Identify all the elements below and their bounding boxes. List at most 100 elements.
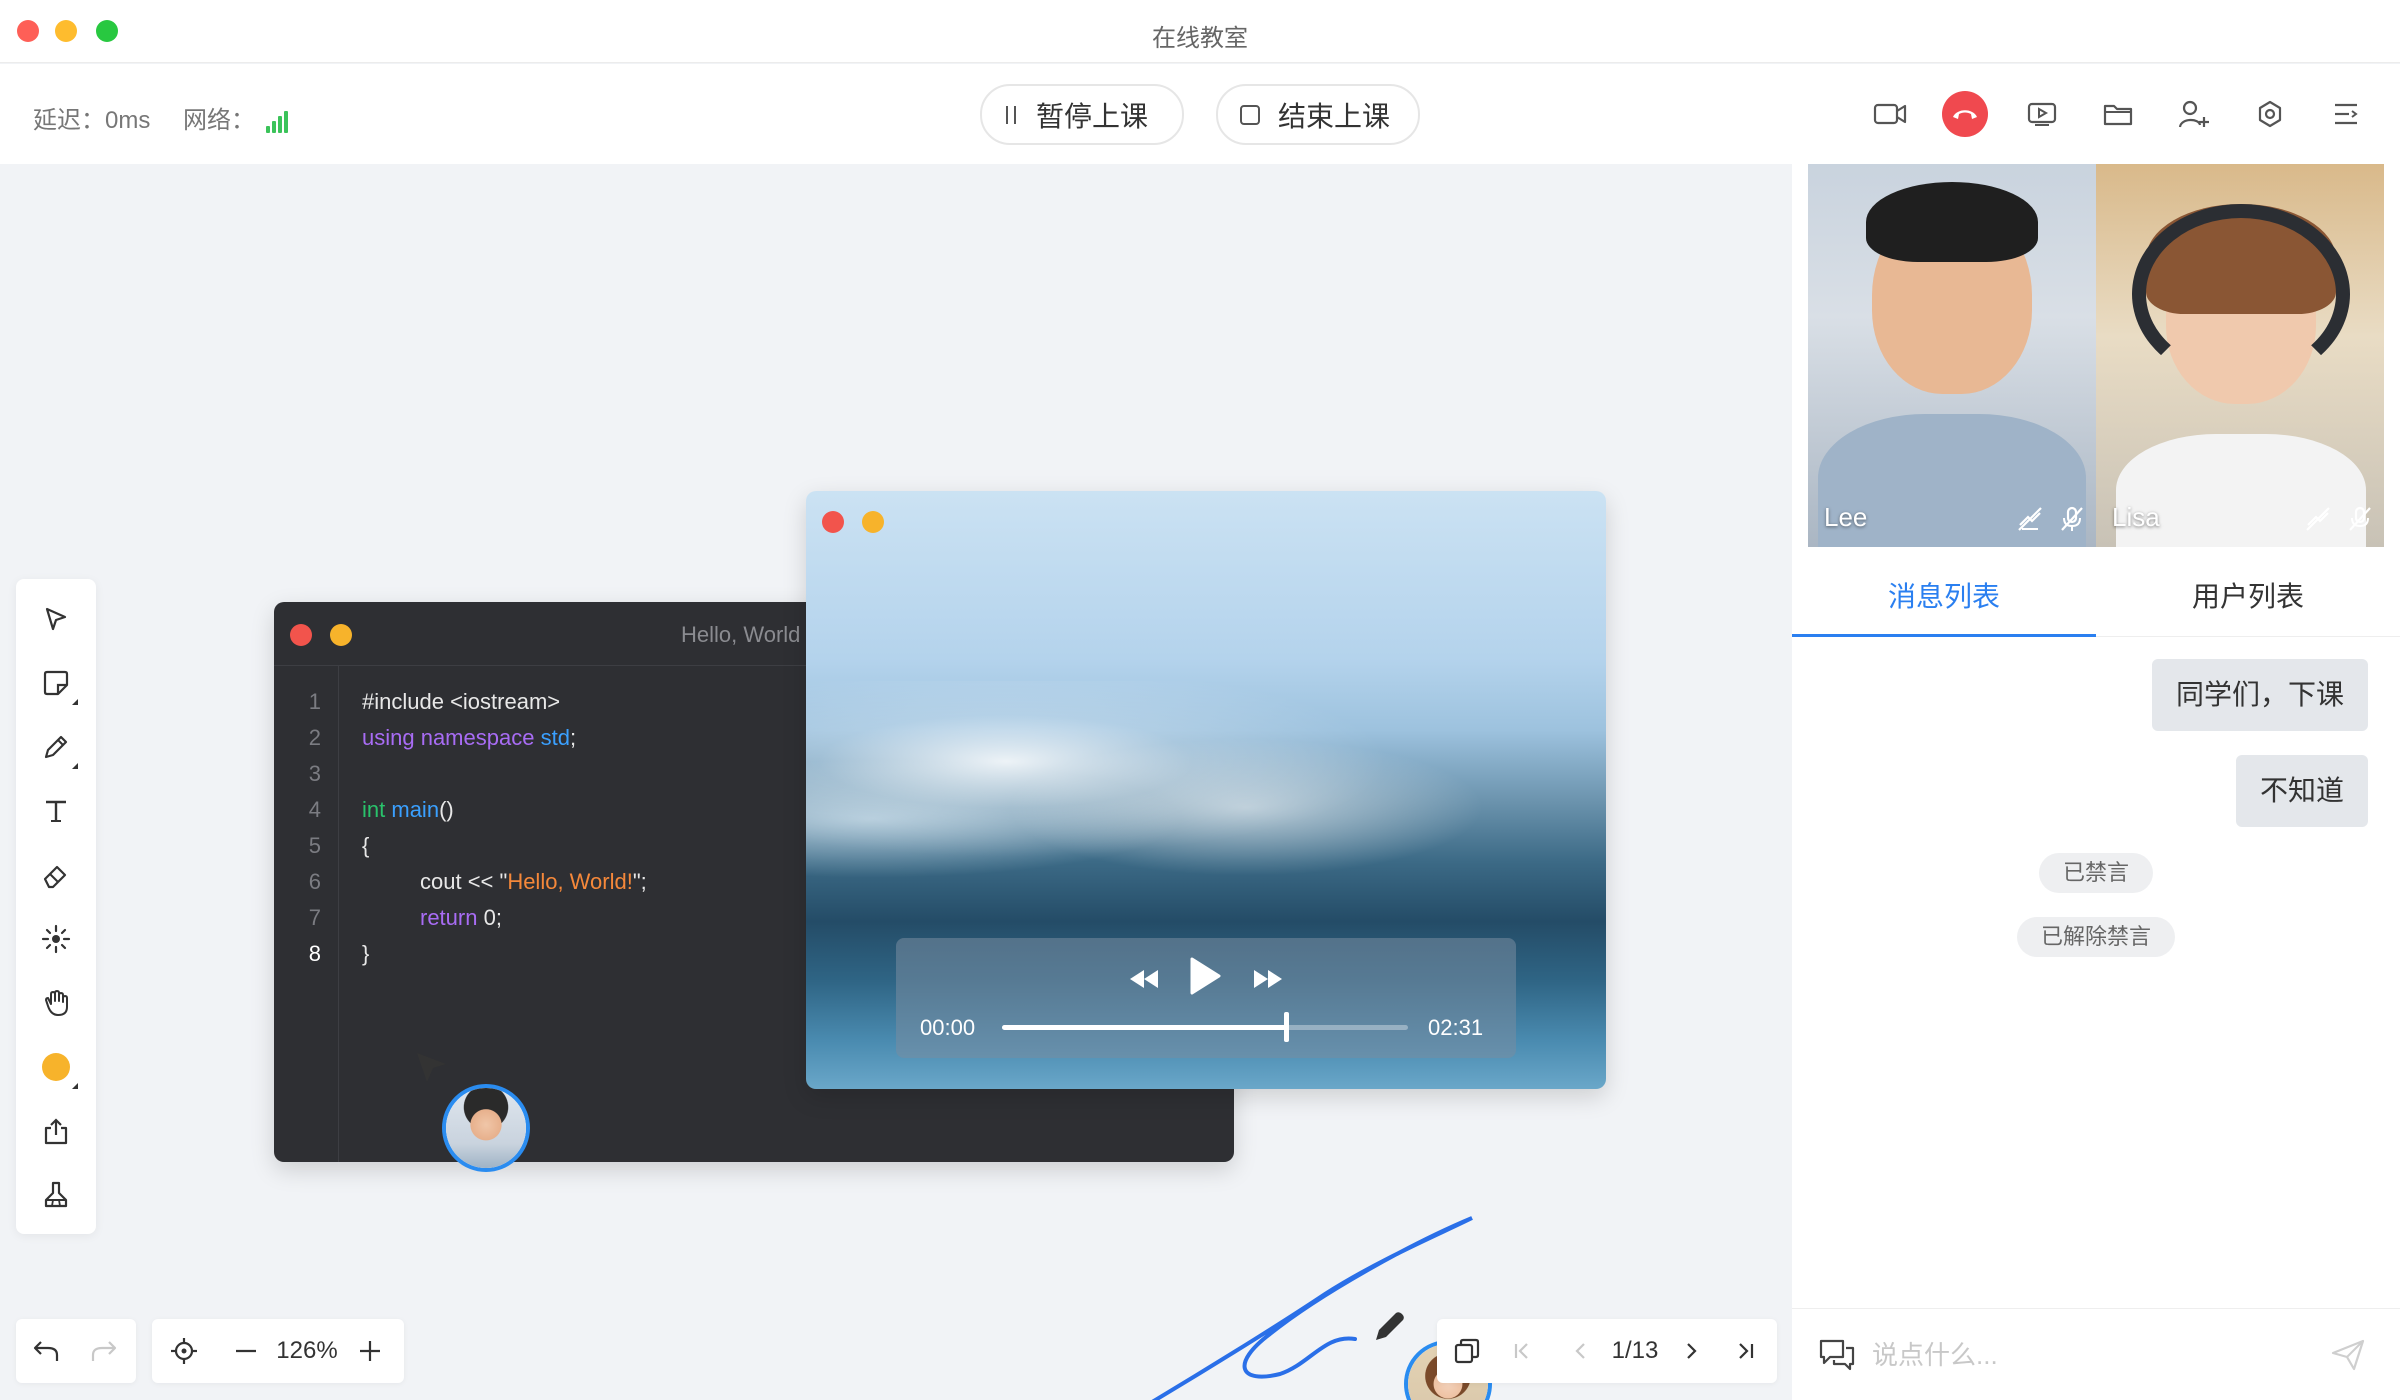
code-line: cout << "Hello, World!";	[420, 864, 647, 900]
end-class-button[interactable]: 结束上课	[1216, 84, 1420, 145]
camera-off-icon[interactable]	[2016, 505, 2044, 533]
camera-off-icon[interactable]	[2304, 505, 2332, 533]
upload-icon[interactable]	[32, 1107, 80, 1155]
signal-strength-icon	[265, 111, 288, 135]
code-window-close-button[interactable]	[290, 624, 312, 646]
screen-share-icon[interactable]	[2022, 94, 2062, 134]
participant-video-tile[interactable]: Lee	[1808, 164, 2096, 547]
rewind-icon[interactable]	[1128, 968, 1160, 995]
page-indicator: 1/13	[1611, 1337, 1659, 1364]
stop-icon	[1240, 104, 1260, 125]
send-icon[interactable]	[2330, 1337, 2366, 1373]
line-number: 1	[308, 689, 321, 714]
eraser-icon[interactable]	[32, 851, 80, 899]
current-time: 00:00	[920, 1015, 976, 1040]
code-line: }	[362, 941, 370, 966]
code-line: using namespace std;	[362, 725, 577, 750]
code-namespace: std	[540, 725, 570, 750]
window-title: 在线教室	[1152, 25, 1248, 52]
laser-icon[interactable]	[32, 915, 80, 963]
video-window-close-button[interactable]	[822, 511, 844, 533]
total-time: 02:31	[1428, 1015, 1484, 1040]
pause-class-label: 暂停上课	[1036, 100, 1149, 132]
redo-icon[interactable]	[88, 1335, 120, 1367]
line-number: 7	[308, 905, 321, 930]
code-keyword: return	[420, 905, 478, 930]
system-notice: 已解除禁言	[2016, 917, 2176, 957]
tab-users[interactable]: 用户列表	[2096, 575, 2400, 615]
pause-class-button[interactable]: 暂停上课	[980, 84, 1184, 145]
mic-off-icon[interactable]	[2346, 505, 2374, 533]
zoom-out-icon[interactable]	[232, 1335, 260, 1367]
fast-forward-icon[interactable]	[1252, 968, 1284, 995]
line-number: 5	[308, 833, 321, 858]
line-number: 3	[308, 761, 321, 786]
code-text: 0;	[477, 905, 502, 930]
color-swatch[interactable]	[32, 1043, 80, 1091]
previous-page-icon[interactable]	[1567, 1335, 1595, 1367]
code-function: main	[391, 797, 440, 822]
active-tab-indicator	[1792, 634, 2096, 637]
zoom-in-icon[interactable]	[356, 1335, 384, 1367]
code-string: Hello, World!	[507, 869, 633, 894]
participant-name: Lisa	[2112, 502, 2160, 532]
line-number: 6	[308, 869, 321, 894]
remote-cursor-arrow-icon	[417, 1053, 446, 1082]
hand-icon[interactable]	[32, 979, 80, 1027]
network-status: 网络：	[183, 100, 288, 135]
participant-hair	[1866, 182, 2038, 262]
menu-icon[interactable]	[2326, 94, 2366, 134]
whiteboard-canvas[interactable]: Hello, World 1 2 3 4 5 6 7 8 #include <i…	[0, 164, 1792, 1400]
line-number: 4	[308, 797, 321, 822]
clear-icon[interactable]	[32, 1171, 80, 1219]
chat-composer	[1792, 1308, 2400, 1400]
note-icon[interactable]	[32, 659, 80, 707]
progress-handle[interactable]	[1284, 1012, 1290, 1042]
undo-icon[interactable]	[30, 1335, 62, 1367]
pen-icon[interactable]	[32, 723, 80, 771]
progress-track[interactable]	[1002, 1012, 1408, 1042]
panel-tabs: 消息列表 用户列表	[1792, 547, 2400, 637]
code-keyword: using namespace	[362, 725, 535, 750]
participant-name: Lee	[1824, 502, 1868, 532]
progress-fill	[1002, 1025, 1287, 1030]
code-text: ";	[632, 869, 647, 894]
code-window-minimize-button[interactable]	[330, 624, 352, 646]
page-thumbnails-icon[interactable]	[1451, 1335, 1483, 1367]
next-page-icon[interactable]	[1677, 1335, 1705, 1367]
code-line: {	[362, 833, 370, 858]
participant-status-icons	[2016, 505, 2086, 533]
tool-palette	[16, 579, 96, 1234]
select-arrow-icon[interactable]	[32, 595, 80, 643]
video-controls: 00:00 02:31	[896, 938, 1516, 1058]
last-page-icon[interactable]	[1731, 1335, 1759, 1367]
code-type: int	[362, 797, 386, 822]
line-number-active: 8	[308, 941, 321, 966]
recenter-icon[interactable]	[168, 1335, 200, 1367]
add-user-icon[interactable]	[2174, 94, 2214, 134]
chat-input[interactable]	[1872, 1333, 2312, 1377]
mic-off-icon[interactable]	[2058, 505, 2086, 533]
ocean-wave-image	[806, 681, 1606, 911]
first-page-icon[interactable]	[1509, 1335, 1537, 1367]
network-label: 网络：	[183, 107, 255, 134]
settings-icon[interactable]	[2250, 94, 2290, 134]
folder-icon[interactable]	[2098, 94, 2138, 134]
participant-status-icons	[2304, 505, 2374, 533]
play-icon[interactable]	[1188, 956, 1222, 1001]
chat-bubbles-icon	[1819, 1339, 1855, 1371]
code-line: #include <iostream>	[362, 689, 561, 714]
history-bar	[16, 1319, 136, 1383]
camera-icon[interactable]	[1870, 94, 1910, 134]
video-window[interactable]: 00:00 02:31	[806, 491, 1606, 1089]
tab-messages[interactable]: 消息列表	[1792, 575, 2096, 615]
text-icon[interactable]	[32, 787, 80, 835]
participant-video-tile[interactable]: Lisa	[2096, 164, 2384, 547]
video-window-minimize-button[interactable]	[862, 511, 884, 533]
side-panel: Lee Lisa 消息列表 用户列表 同学们，下课 不知道 已禁言 已解除禁言	[1792, 164, 2400, 1400]
code-line: return 0;	[420, 900, 502, 936]
code-window-title: Hello, World	[681, 622, 801, 647]
pause-icon	[1004, 105, 1018, 124]
hangup-icon[interactable]	[1942, 91, 1988, 137]
title-bar: 在线教室	[0, 0, 2400, 63]
